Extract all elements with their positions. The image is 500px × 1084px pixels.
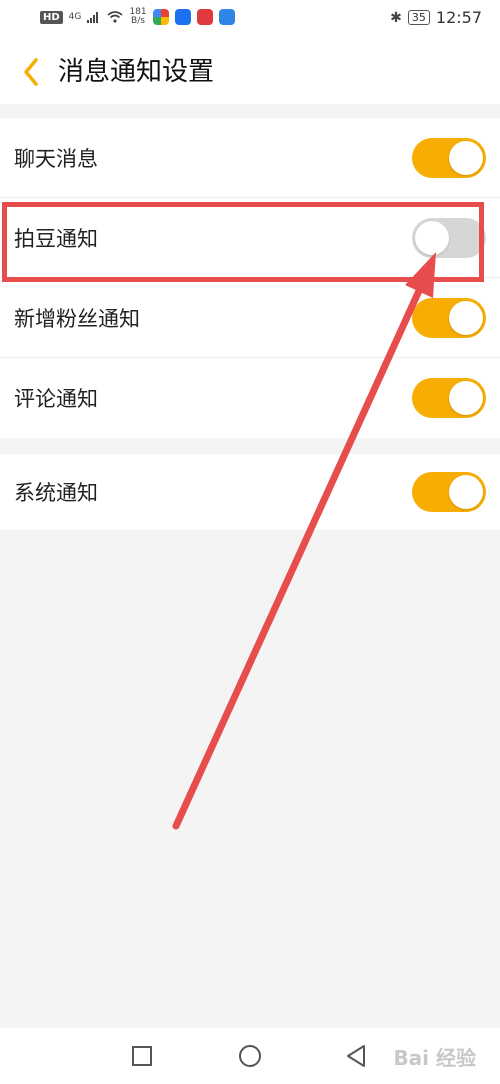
setting-label: 评论通知 (14, 387, 98, 411)
net-speed-unit: B/s (131, 16, 145, 26)
chat-toggle[interactable] (412, 137, 486, 178)
status-left: HD 4G 181 B/s (40, 8, 235, 26)
back-button[interactable] (14, 52, 54, 92)
setting-label: 系统通知 (14, 481, 98, 505)
setting-row-chat: 聊天消息 (0, 118, 500, 198)
status-bar: HD 4G 181 B/s ✱ 35 12:57 (0, 0, 500, 40)
clock: 12:57 (435, 8, 482, 27)
setting-label: 聊天消息 (14, 146, 98, 171)
app-notification-icon (196, 9, 213, 25)
header: 消息通知设置 (0, 40, 500, 104)
new-fans-toggle[interactable] (412, 297, 486, 338)
square-icon (132, 1046, 152, 1066)
triangle-back-icon (347, 1045, 365, 1067)
setting-label: 新增粉丝通知 (14, 306, 140, 331)
chevron-left-icon (24, 58, 38, 86)
setting-row-new-fans: 新增粉丝通知 (0, 278, 500, 358)
setting-row-comments: 评论通知 (0, 358, 500, 438)
watermark: Bai 经验 (393, 1046, 476, 1070)
comments-toggle[interactable] (412, 378, 486, 418)
system-toggle[interactable] (412, 472, 486, 512)
hd-indicator: HD (40, 10, 63, 24)
signal-icon (87, 12, 99, 23)
recent-apps-button[interactable] (124, 1038, 160, 1074)
network-type: 4G (68, 12, 82, 22)
toggle-knob (449, 300, 483, 335)
circle-icon (239, 1045, 261, 1067)
app-notification-icon (218, 9, 235, 25)
page-title: 消息通知设置 (58, 57, 215, 87)
annotation-highlight-box (2, 202, 484, 282)
app-notification-icon (152, 9, 169, 25)
toggle-knob (449, 140, 483, 175)
settings-group-system: 系统通知 (0, 454, 500, 530)
battery-indicator: 35 (407, 10, 430, 25)
net-speed: 181 B/s (129, 8, 146, 26)
status-right: ✱ 35 12:57 (390, 8, 482, 27)
wifi-icon (107, 11, 123, 23)
system-navbar: Bai 经验 (0, 1028, 500, 1084)
toggle-knob (449, 475, 483, 509)
setting-row-system: 系统通知 (0, 454, 500, 530)
home-button[interactable] (232, 1038, 268, 1074)
toggle-knob (449, 381, 483, 415)
system-back-button[interactable] (338, 1038, 374, 1074)
app-notification-icon (174, 9, 191, 25)
bluetooth-icon: ✱ (390, 9, 402, 26)
